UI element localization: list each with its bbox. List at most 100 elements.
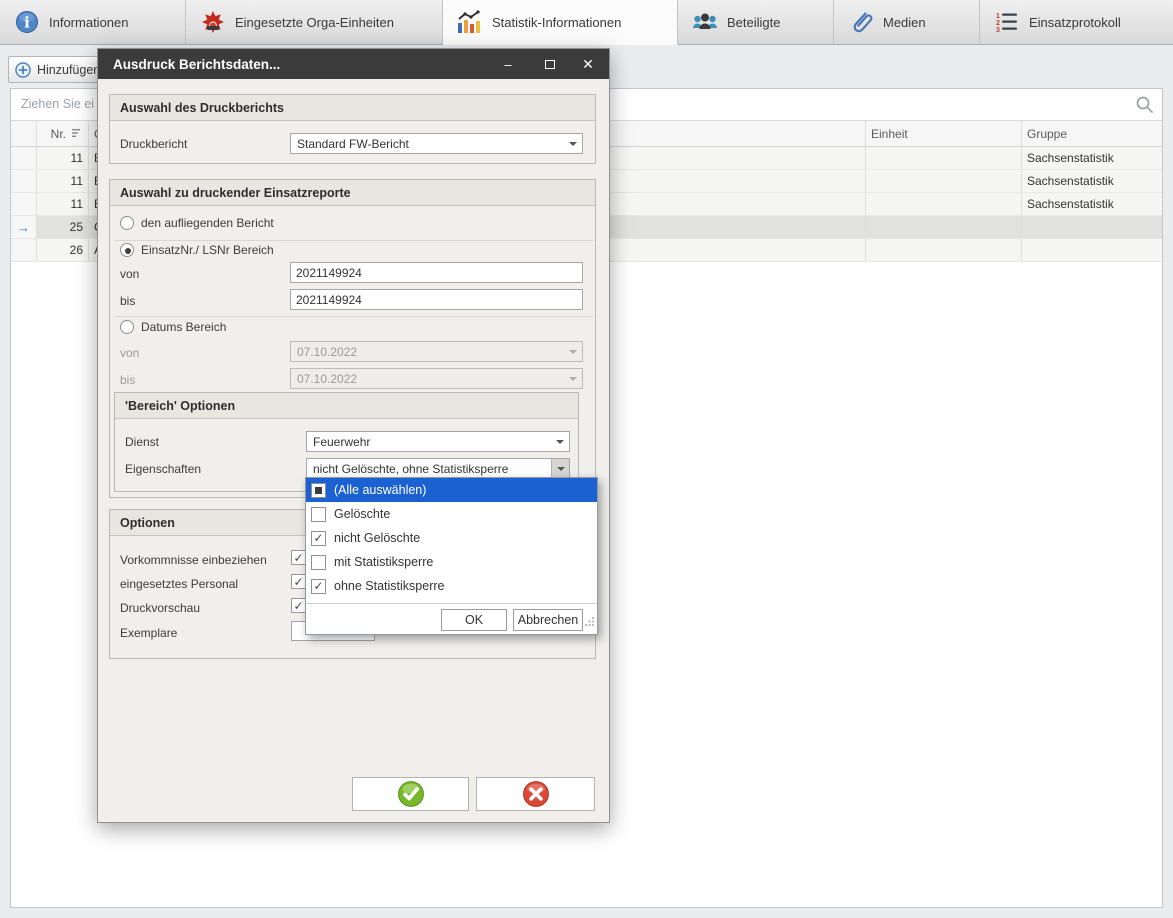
checked-checkbox-icon[interactable]: ✓ (311, 579, 326, 594)
column-header-einheit[interactable]: Einheit (866, 121, 1022, 146)
section-header: 'Bereich' Optionen (115, 393, 578, 419)
chevron-down-icon[interactable] (551, 459, 569, 478)
dienst-label: Dienst (125, 435, 159, 449)
dropdown-item-nicht-geloeschte[interactable]: ✓ nicht Gelöschte (306, 526, 597, 550)
column-header-label: Gruppe (1027, 127, 1067, 141)
tab-eingesetzte-orga-einheiten[interactable]: Eingesetzte Orga-Einheiten (186, 0, 443, 45)
resize-grip[interactable] (584, 614, 595, 632)
dropdown-item-mit-statistiksperre[interactable]: mit Statistiksperre (306, 550, 597, 574)
svg-text:3: 3 (996, 27, 1000, 33)
dropdown-item-alle-auswaehlen[interactable]: (Alle auswählen) (306, 478, 597, 502)
row-indicator-cell (11, 147, 37, 169)
cell-nr: 11 (37, 147, 89, 169)
maximize-button[interactable] (535, 49, 565, 79)
cell-gruppe (1022, 239, 1162, 261)
radio-label: Datums Bereich (141, 320, 226, 334)
druckvorschau-checkbox[interactable]: ✓ (291, 598, 306, 613)
confirm-button[interactable] (352, 777, 469, 811)
chevron-down-icon[interactable] (551, 432, 569, 451)
dialog-titlebar[interactable]: Ausdruck Berichtsdaten... – ✕ (98, 49, 609, 79)
cancel-button[interactable] (476, 777, 595, 811)
radio-label: den aufliegenden Bericht (141, 216, 274, 230)
cell-einheit (866, 193, 1022, 215)
ok-button[interactable]: OK (441, 609, 507, 631)
cell-einheit (866, 239, 1022, 261)
checkmark-icon: ✓ (313, 579, 323, 593)
exemplare-label: Exemplare (120, 626, 177, 640)
radio-einsatznr-bereich[interactable]: EinsatzNr./ LSNr Bereich (120, 243, 274, 257)
druckbericht-combobox[interactable]: Standard FW-Bericht (290, 133, 583, 154)
cell-nr: 25 (37, 216, 89, 238)
minimize-button[interactable]: – (493, 49, 523, 79)
section-header-label: Auswahl des Druckberichts (120, 101, 284, 115)
column-header-nr[interactable]: Nr. (37, 121, 89, 146)
dropdown-item-label: ohne Statistiksperre (334, 579, 444, 593)
row-indicator-cell (11, 193, 37, 215)
cell-gruppe (1022, 216, 1162, 238)
tab-label: Medien (883, 15, 926, 30)
tab-einsatzprotokoll[interactable]: 123 Einsatzprotokoll (980, 0, 1173, 45)
section-header: Auswahl des Druckberichts (110, 95, 595, 121)
radio-aufliegender-bericht[interactable]: den aufliegenden Bericht (120, 216, 274, 230)
maximize-icon (545, 60, 555, 69)
personal-checkbox[interactable]: ✓ (291, 574, 306, 589)
chevron-down-icon (564, 369, 582, 388)
radio-circle-icon (120, 320, 134, 334)
cell-einheit (866, 147, 1022, 169)
unchecked-checkbox-icon[interactable] (311, 555, 326, 570)
sort-ascending-icon (72, 127, 83, 141)
tab-medien[interactable]: Medien (834, 0, 980, 45)
print-report-dialog: Ausdruck Berichtsdaten... – ✕ Auswahl de… (97, 48, 610, 823)
group-by-hint: Ziehen Sie ei (21, 97, 94, 111)
vorkommnisse-checkbox[interactable]: ✓ (291, 550, 306, 565)
dropdown-item-label: mit Statistiksperre (334, 555, 433, 569)
numbered-list-icon: 123 (994, 9, 1020, 35)
abbrechen-button[interactable]: Abbrechen (513, 609, 583, 631)
tab-statistik-informationen[interactable]: Statistik-Informationen (443, 0, 678, 45)
eigenschaften-dropdown-popup: (Alle auswählen) Gelöschte ✓ nicht Gelös… (305, 477, 598, 635)
datum-bis-label: bis (120, 373, 135, 387)
indeterminate-checkbox-icon[interactable] (311, 483, 326, 498)
tab-label: Eingesetzte Orga-Einheiten (235, 15, 394, 30)
chevron-down-icon[interactable] (564, 134, 582, 153)
close-icon: ✕ (582, 56, 594, 73)
einsatznr-von-input[interactable] (290, 262, 583, 283)
close-button[interactable]: ✕ (573, 49, 603, 79)
tab-beteiligte[interactable]: Beteiligte (678, 0, 834, 45)
column-header-gruppe[interactable]: Gruppe (1022, 121, 1162, 146)
einsatznr-bis-input[interactable] (290, 289, 583, 310)
tab-label: Beteiligte (727, 15, 780, 30)
popup-footer: OK Abbrechen (306, 603, 597, 634)
cell-nr: 11 (37, 193, 89, 215)
combobox-value: nicht Gelöschte, ohne Statistiksperre (313, 462, 508, 476)
combobox-value: 07.10.2022 (297, 372, 357, 386)
paperclip-icon (848, 9, 874, 35)
radio-datums-bereich[interactable]: Datums Bereich (120, 320, 226, 334)
tab-informationen[interactable]: i Informationen (0, 0, 186, 45)
people-icon (692, 9, 718, 35)
datum-von-combobox: 07.10.2022 (290, 341, 583, 362)
cell-einheit (866, 170, 1022, 192)
dienst-combobox[interactable]: Feuerwehr (306, 431, 570, 452)
checkmark-icon: ✓ (313, 531, 323, 545)
column-header-label: Einheit (871, 127, 908, 141)
checked-checkbox-icon[interactable]: ✓ (311, 531, 326, 546)
section-header-label: Optionen (120, 516, 175, 530)
von-label: von (120, 267, 139, 281)
current-row-arrow-icon: → (17, 220, 30, 235)
eigenschaften-combobox[interactable]: nicht Gelöschte, ohne Statistiksperre (306, 458, 570, 479)
dropdown-item-ohne-statistiksperre[interactable]: ✓ ohne Statistiksperre (306, 574, 597, 598)
unchecked-checkbox-icon[interactable] (311, 507, 326, 522)
add-plus-icon (15, 62, 31, 78)
dropdown-item-geloeschte[interactable]: Gelöschte (306, 502, 597, 526)
add-button-label: Hinzufügen (37, 63, 100, 77)
search-icon[interactable] (1135, 95, 1154, 119)
dropdown-item-label: nicht Gelöschte (334, 531, 420, 545)
row-indicator-header (11, 121, 37, 146)
row-indicator-cell (11, 170, 37, 192)
radio-circle-icon (120, 216, 134, 230)
section-header-label: 'Bereich' Optionen (125, 399, 235, 413)
tab-label: Einsatzprotokoll (1029, 15, 1121, 30)
tab-label: Informationen (49, 15, 129, 30)
svg-text:2: 2 (996, 20, 1000, 27)
